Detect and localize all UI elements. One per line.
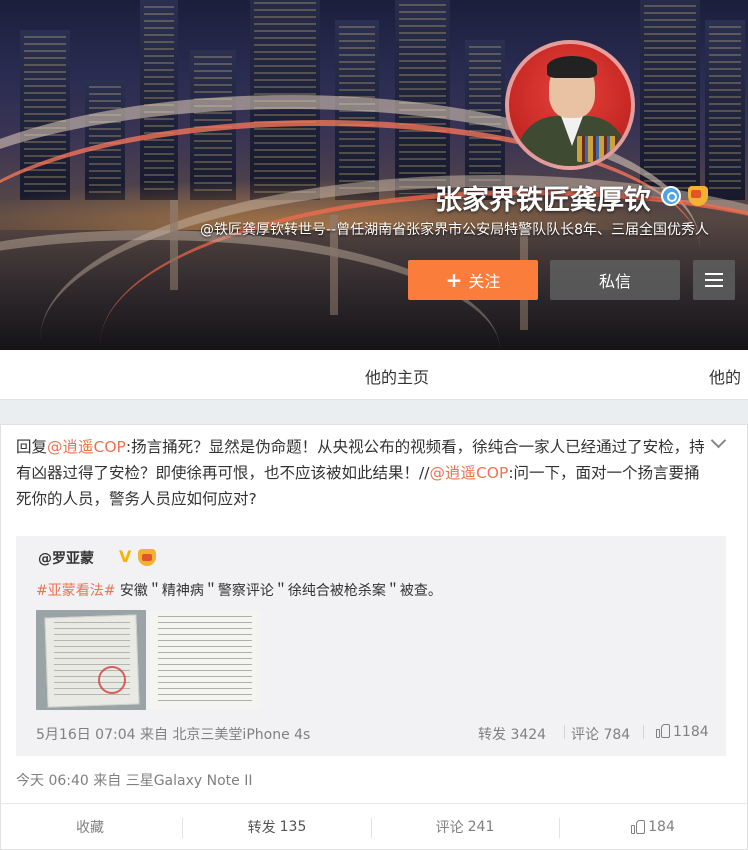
quoted-comment-link[interactable]: 评论 784 <box>571 724 630 744</box>
forward-count: 3424 <box>510 727 547 743</box>
verified-v-icon: V <box>119 547 132 566</box>
menu-icon-bar <box>705 285 723 287</box>
from-label: 来自 <box>93 773 122 789</box>
quoted-text: #亚蒙看法# 安徽＂精神病＂警察评论＂徐纯合被枪杀案＂被查。 <box>36 580 442 600</box>
topic-link[interactable]: #亚蒙看法# <box>36 583 115 599</box>
like-count: 184 <box>648 819 675 835</box>
follow-button[interactable]: + 关注 <box>408 260 538 300</box>
post-action-bar: 收藏 转发 135 评论 241 184 <box>0 803 748 849</box>
tab-album[interactable]: 他的 <box>709 364 741 388</box>
forward-count: 135 <box>279 819 307 835</box>
vip-member-icon[interactable] <box>138 549 156 566</box>
post-meta: 今天 06:40 来自 三星Galaxy Note II <box>16 770 252 790</box>
mention-link[interactable]: @逍遥COP <box>429 464 508 482</box>
reply-prefix: 回复 <box>16 438 48 456</box>
vip-member-icon[interactable] <box>688 186 708 206</box>
profile-name: 张家界铁匠龚厚钦 <box>435 185 651 216</box>
thumbs-up-icon <box>656 724 670 738</box>
chevron-down-icon[interactable] <box>710 434 728 452</box>
quoted-image-thumbnail[interactable] <box>150 610 260 710</box>
message-label: 私信 <box>598 272 631 291</box>
quoted-device-link[interactable]: 北京三美堂iPhone 4s <box>172 727 310 743</box>
tab-home[interactable]: 他的主页 <box>365 364 429 388</box>
post-text: 回复@逍遥COP:扬言捅死？显然是伪命题！从央视公布的视频看，徐纯合一家人已经通… <box>16 434 706 512</box>
from-label: 来自 <box>139 727 168 743</box>
comment-count: 241 <box>467 819 495 835</box>
comment-button[interactable]: 评论 241 <box>372 804 558 850</box>
quoted-body: 安徽＂精神病＂警察评论＂徐纯合被枪杀案＂被查。 <box>115 583 442 599</box>
quoted-time-link[interactable]: 5月16日 07:04 <box>36 727 136 743</box>
quoted-image-thumbnail[interactable] <box>36 610 146 710</box>
profile-cover: 张家界铁匠龚厚钦 @铁匠龚厚钦转世号--曾任湖南省张家界市公安局特警队队长8年、… <box>0 0 748 350</box>
quoted-post: @罗亚蒙 V #亚蒙看法# 安徽＂精神病＂警察评论＂徐纯合被枪杀案＂被查。 5月… <box>16 536 726 756</box>
thumbs-up-icon <box>631 820 646 834</box>
forward-label: 转发 <box>478 727 506 743</box>
menu-icon-bar <box>705 273 723 275</box>
profile-tab-bar: 他的主页 他的 <box>0 350 748 400</box>
quoted-forward-link[interactable]: 转发 3424 <box>478 724 546 744</box>
post-device-link[interactable]: 三星Galaxy Note II <box>126 773 253 789</box>
quoted-like-link[interactable]: 1184 <box>656 724 709 740</box>
plus-icon: + <box>445 268 463 292</box>
comment-label: 评论 <box>435 820 464 836</box>
post-time-link[interactable]: 今天 06:40 <box>16 773 89 789</box>
favorite-label: 收藏 <box>76 820 104 836</box>
like-button[interactable]: 184 <box>560 804 746 850</box>
follow-label: 关注 <box>468 272 501 291</box>
profile-description: @铁匠龚厚钦转世号--曾任湖南省张家界市公安局特警队队长8年、三届全国优秀人 <box>200 222 710 238</box>
more-menu-button[interactable] <box>693 260 735 300</box>
forward-button[interactable]: 转发 135 <box>184 804 370 850</box>
private-message-button[interactable]: 私信 <box>550 260 680 300</box>
quoted-meta: 5月16日 07:04 来自 北京三美堂iPhone 4s <box>36 724 310 744</box>
profile-avatar[interactable] <box>505 40 635 170</box>
comment-label: 评论 <box>571 727 599 743</box>
like-count: 1184 <box>673 724 709 740</box>
forward-label: 转发 <box>247 820 276 836</box>
mention-link[interactable]: @逍遥COP <box>47 438 126 456</box>
menu-icon-bar <box>705 279 723 281</box>
favorite-button[interactable]: 收藏 <box>0 804 180 850</box>
male-gender-icon <box>661 186 681 206</box>
quoted-user-link[interactable]: @罗亚蒙 <box>38 548 94 568</box>
comment-count: 784 <box>603 727 631 743</box>
